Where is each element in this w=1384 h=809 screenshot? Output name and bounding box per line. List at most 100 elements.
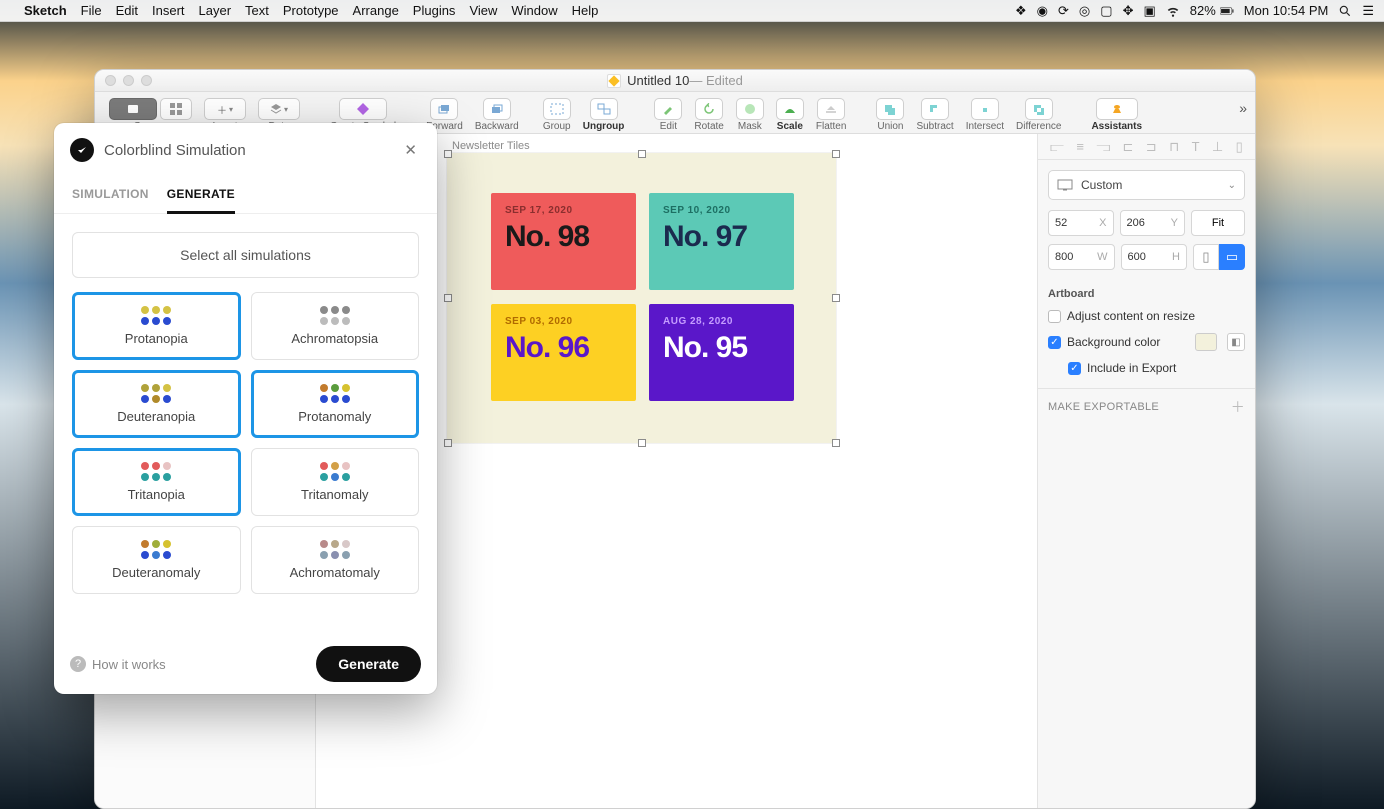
sel-handle[interactable] — [444, 150, 452, 158]
tb-rotate[interactable] — [695, 98, 723, 120]
menu-insert[interactable]: Insert — [152, 3, 185, 18]
tile-95[interactable]: AUG 28, 2020 No. 95 — [649, 304, 794, 401]
sel-handle[interactable] — [832, 439, 840, 447]
sel-handle[interactable] — [444, 294, 452, 302]
align-controls[interactable]: ⫍≡⫎⊏⊐⊓T⊥▯ — [1038, 134, 1255, 160]
traffic-lights[interactable] — [105, 75, 152, 86]
tile-date: SEP 03, 2020 — [505, 316, 622, 327]
bgcolor-checkbox[interactable]: ✓Background color◧ — [1038, 328, 1255, 356]
airplay-icon[interactable]: ▢ — [1100, 3, 1112, 19]
tab-generate[interactable]: GENERATE — [167, 177, 235, 214]
tb-data[interactable]: ▾ — [258, 98, 300, 120]
control-center-icon[interactable]: ☰ — [1362, 3, 1374, 19]
cc-icon[interactable]: ◎ — [1079, 3, 1090, 19]
sim-card-protanopia[interactable]: Protanopia — [72, 292, 241, 360]
tb-create-symbol[interactable] — [339, 98, 387, 120]
sync-icon[interactable]: ⟳ — [1058, 3, 1069, 19]
dropbox-icon[interactable]: ❖ — [1015, 3, 1027, 19]
color-swatch[interactable] — [1195, 333, 1217, 351]
menu-arrange[interactable]: Arrange — [353, 3, 399, 18]
menu-prototype[interactable]: Prototype — [283, 3, 339, 18]
how-it-works-link[interactable]: ?How it works — [70, 656, 166, 672]
menu-edit[interactable]: Edit — [116, 3, 138, 18]
tb-forward[interactable] — [430, 98, 458, 120]
select-all-button[interactable]: Select all simulations — [72, 232, 419, 278]
tb-edit[interactable] — [654, 98, 682, 120]
tb-difference[interactable] — [1025, 98, 1053, 120]
sim-card-achromatopsia[interactable]: Achromatopsia — [251, 292, 420, 360]
menu-text[interactable]: Text — [245, 3, 269, 18]
wifi-icon[interactable] — [1166, 4, 1180, 18]
artboard-label[interactable]: Newsletter Tiles — [452, 140, 530, 152]
tb-ungroup[interactable] — [590, 98, 618, 120]
w-input[interactable]: 800W — [1048, 244, 1115, 270]
tb-subtract[interactable] — [921, 98, 949, 120]
toolbar-overflow-icon[interactable]: » — [1239, 100, 1247, 116]
fit-button[interactable]: Fit — [1191, 210, 1245, 236]
tile-97[interactable]: SEP 10, 2020 No. 97 — [649, 193, 794, 290]
artboard[interactable]: SEP 17, 2020 No. 98 SEP 10, 2020 No. 97 … — [447, 153, 836, 443]
y-input[interactable]: 206Y — [1120, 210, 1186, 236]
figma-icon[interactable]: ◉ — [1037, 3, 1048, 19]
adjust-checkbox[interactable]: Adjust content on resize — [1038, 304, 1255, 328]
sel-handle[interactable] — [444, 439, 452, 447]
minimize-window-icon[interactable] — [123, 75, 134, 86]
artboard-section: Artboard — [1038, 278, 1255, 304]
help-icon: ? — [70, 656, 86, 672]
tb-scale[interactable] — [776, 98, 804, 120]
menu-layer[interactable]: Layer — [199, 3, 232, 18]
window-titlebar[interactable]: Untitled 10 — Edited — [95, 70, 1255, 92]
sel-handle[interactable] — [832, 294, 840, 302]
app-name[interactable]: Sketch — [24, 3, 67, 18]
menu-file[interactable]: File — [81, 3, 102, 18]
color-picker-button[interactable]: ◧ — [1227, 333, 1245, 351]
tile-98[interactable]: SEP 17, 2020 No. 98 — [491, 193, 636, 290]
sim-card-deuteranomaly[interactable]: Deuteranomaly — [72, 526, 241, 594]
sim-card-protanomaly[interactable]: Protanomaly — [251, 370, 420, 438]
tb-backward[interactable] — [483, 98, 511, 120]
sim-card-deuteranopia[interactable]: Deuteranopia — [72, 370, 241, 438]
menu-window[interactable]: Window — [511, 3, 557, 18]
sel-handle[interactable] — [638, 439, 646, 447]
sel-handle[interactable] — [638, 150, 646, 158]
tb-assistants[interactable] — [1096, 98, 1138, 120]
tile-date: SEP 10, 2020 — [663, 205, 780, 216]
h-input[interactable]: 600H — [1121, 244, 1188, 270]
menu-view[interactable]: View — [469, 3, 497, 18]
tb-insert[interactable]: ＋ ▾ — [204, 98, 246, 120]
tb-union[interactable] — [876, 98, 904, 120]
size-preset[interactable]: Custom ⌄ — [1048, 170, 1245, 200]
battery-percent[interactable]: 82% — [1190, 3, 1234, 18]
tile-96[interactable]: SEP 03, 2020 No. 96 — [491, 304, 636, 401]
close-icon[interactable]: ✕ — [400, 137, 421, 163]
menu-plugins[interactable]: Plugins — [413, 3, 456, 18]
close-window-icon[interactable] — [105, 75, 116, 86]
clock[interactable]: Mon 10:54 PM — [1244, 3, 1329, 18]
sim-name: Achromatomaly — [290, 565, 380, 580]
generate-button[interactable]: Generate — [316, 646, 421, 682]
tb-intersect[interactable] — [971, 98, 999, 120]
tb-components[interactable] — [160, 98, 192, 120]
menu-help[interactable]: Help — [572, 3, 599, 18]
zoom-window-icon[interactable] — [141, 75, 152, 86]
battery-menu-icon[interactable]: ▣ — [1143, 3, 1155, 19]
plugin-title: Colorblind Simulation — [104, 142, 246, 159]
move-icon[interactable]: ✥ — [1123, 3, 1134, 19]
sel-handle[interactable] — [832, 150, 840, 158]
sim-card-tritanopia[interactable]: Tritanopia — [72, 448, 241, 516]
tb-mask[interactable] — [736, 98, 764, 120]
sim-name: Deuteranomaly — [112, 565, 200, 580]
doc-icon — [607, 74, 621, 88]
tab-simulation[interactable]: SIMULATION — [72, 177, 149, 213]
orientation-toggle[interactable]: ▯▭ — [1193, 244, 1245, 270]
make-exportable[interactable]: MAKE EXPORTABLE＋ — [1038, 388, 1255, 425]
tb-flatten[interactable] — [817, 98, 845, 120]
x-input[interactable]: 52X — [1048, 210, 1114, 236]
sim-card-achromatomaly[interactable]: Achromatomaly — [251, 526, 420, 594]
include-export-checkbox[interactable]: ✓Include in Export — [1038, 356, 1255, 380]
spotlight-icon[interactable] — [1338, 4, 1352, 18]
sim-name: Tritanomaly — [301, 487, 368, 502]
tb-group[interactable] — [543, 98, 571, 120]
tb-canvas[interactable] — [109, 98, 157, 120]
sim-card-tritanomaly[interactable]: Tritanomaly — [251, 448, 420, 516]
